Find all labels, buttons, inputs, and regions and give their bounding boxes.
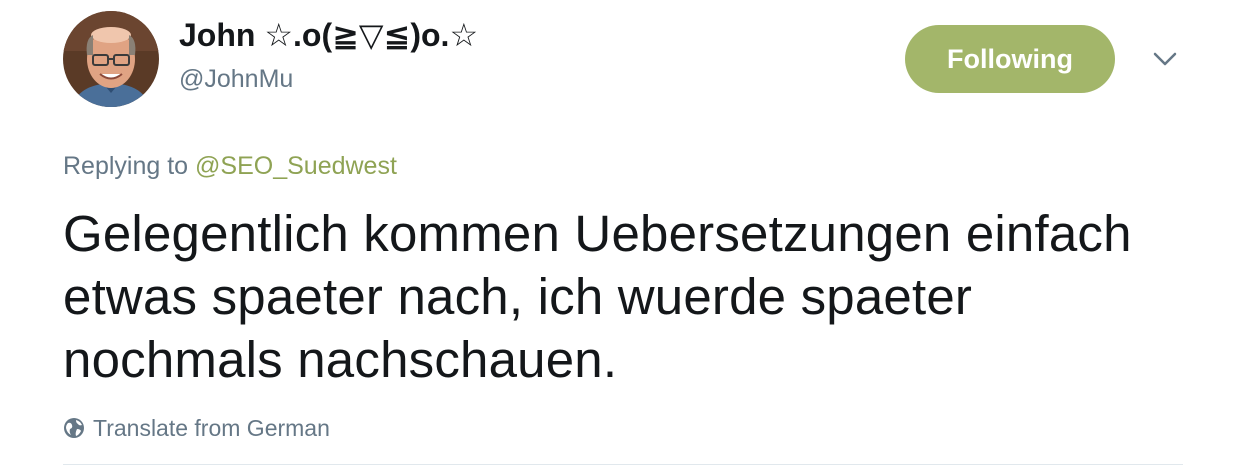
divider <box>63 464 1183 465</box>
tweet-text: Gelegentlich kommen Uebersetzungen einfa… <box>63 205 1132 388</box>
author-display-name[interactable]: John ☆.o(≧▽≦)o.☆ <box>179 15 478 55</box>
following-button[interactable]: Following <box>905 25 1115 93</box>
translate-link[interactable]: Translate from German <box>63 413 330 443</box>
translate-label: Translate from German <box>93 415 330 441</box>
avatar-image <box>63 11 159 107</box>
avatar[interactable] <box>63 11 159 107</box>
author-handle[interactable]: @JohnMu <box>179 63 293 95</box>
chevron-down-icon[interactable] <box>1150 44 1180 74</box>
replying-to-label: Replying to <box>63 152 196 180</box>
globe-icon <box>63 416 85 438</box>
reply-target-link[interactable]: @SEO_Suedwest <box>195 152 397 180</box>
replying-to: Replying to @SEO_Suedwest <box>63 150 397 182</box>
